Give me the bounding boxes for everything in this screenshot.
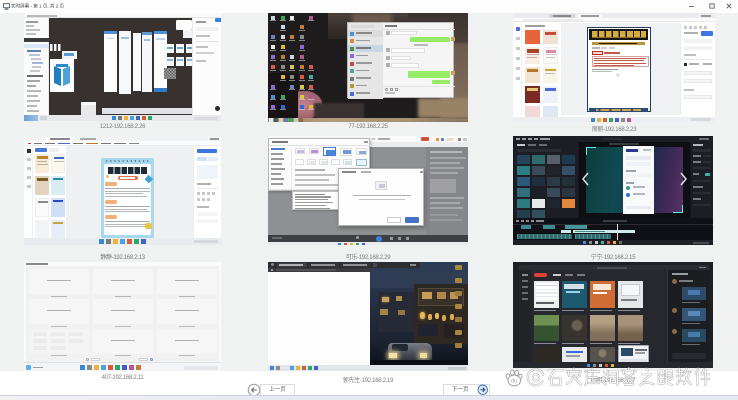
svg-text:du: du xyxy=(511,379,517,385)
